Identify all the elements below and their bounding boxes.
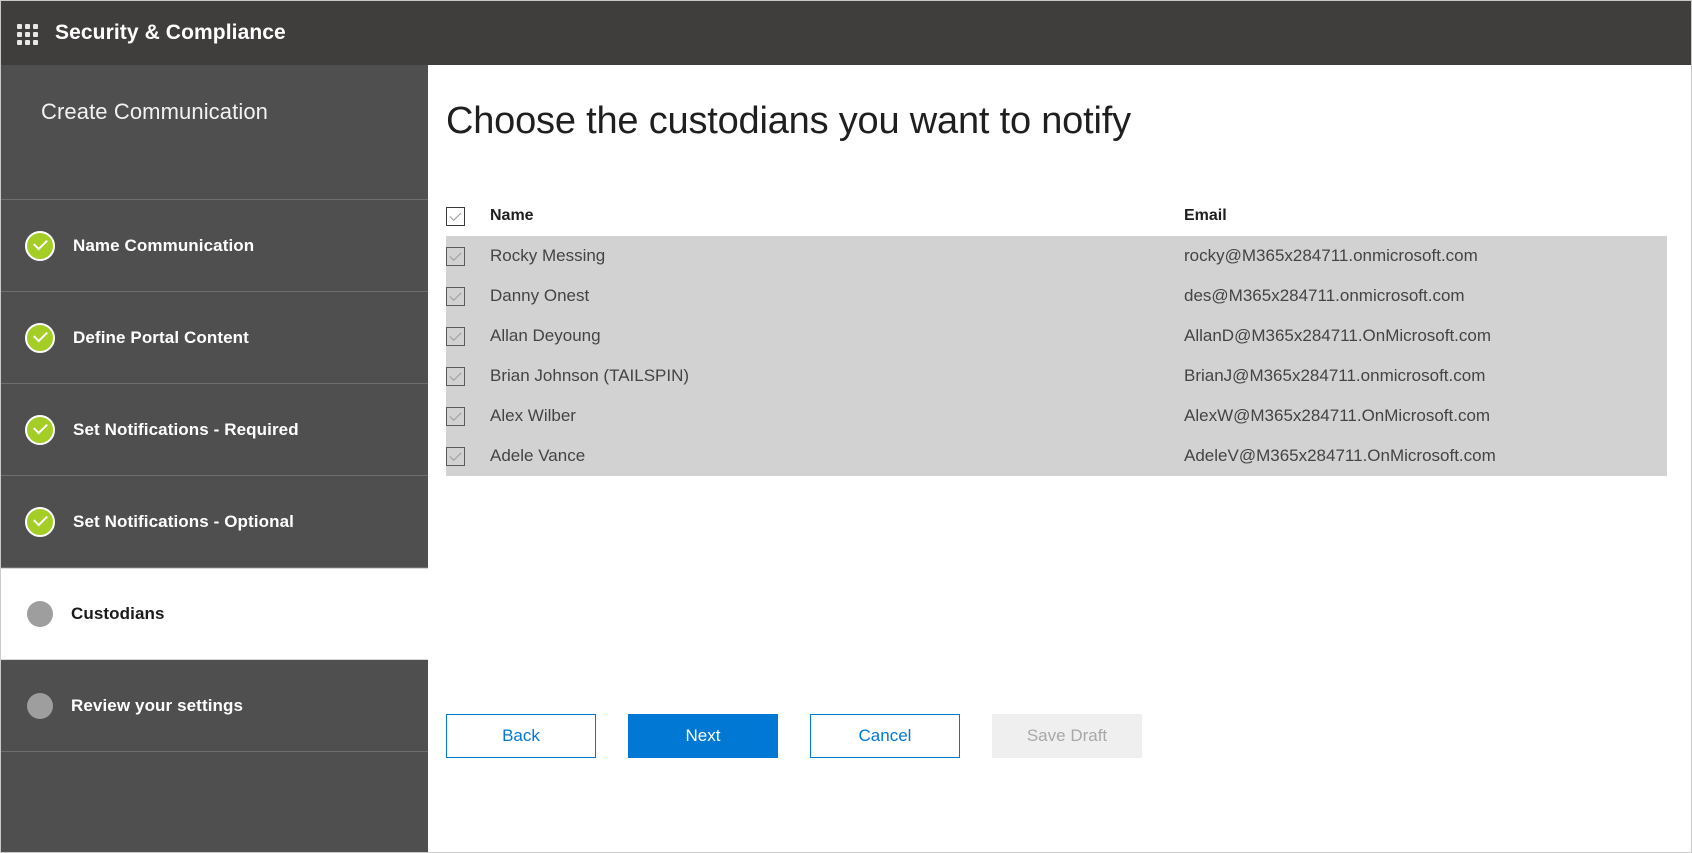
app-launcher-icon[interactable] [13,20,39,46]
cell-name: Brian Johnson (TAILSPIN) [490,356,1184,396]
waffle-dot [33,40,38,45]
cell-name: Adele Vance [490,436,1184,476]
next-button[interactable]: Next [628,714,778,758]
sidebar-item-label: Name Communication [73,236,254,256]
row-checkbox[interactable] [446,447,465,466]
sidebar-item-label: Custodians [71,604,165,624]
step-complete-check-icon [25,323,55,353]
sidebar-item-name-communication[interactable]: Name Communication [1,200,428,292]
cell-email: AdeleV@M365x284711.OnMicrosoft.com [1184,436,1667,476]
back-button[interactable]: Back [446,714,596,758]
step-complete-check-icon [25,231,55,261]
sidebar-item-label: Set Notifications - Required [73,420,299,440]
sidebar-item-label: Set Notifications - Optional [73,512,294,532]
row-checkbox[interactable] [446,367,465,386]
top-bar: Security & Compliance [1,1,1691,65]
custodians-table: Name Email Rocky Messing rocky@M365x2847… [446,196,1667,476]
waffle-dot [33,32,38,37]
column-header-email[interactable]: Email [1184,196,1667,236]
wizard-footer: Back Next Cancel Save Draft [446,714,1142,758]
table-header-row: Name Email [446,196,1667,236]
step-complete-check-icon [25,507,55,537]
sidebar-item-custodians[interactable]: Custodians [1,568,428,660]
waffle-dot [25,32,30,37]
table-header: Name Email [446,196,1667,236]
cell-email: AlexW@M365x284711.OnMicrosoft.com [1184,396,1667,436]
table-body: Rocky Messing rocky@M365x284711.onmicros… [446,236,1667,476]
cell-email: AllanD@M365x284711.OnMicrosoft.com [1184,316,1667,356]
row-checkbox[interactable] [446,327,465,346]
row-checkbox-cell [446,236,490,276]
app-title: Security & Compliance [55,21,286,45]
wizard-step-list: Name Communication Define Portal Content… [1,200,428,752]
waffle-dot [17,40,22,45]
sidebar-header-title: Create Communication [41,99,268,125]
select-all-checkbox[interactable] [446,207,465,226]
cancel-button[interactable]: Cancel [810,714,960,758]
waffle-dot [25,24,30,29]
table-row[interactable]: Adele Vance AdeleV@M365x284711.OnMicroso… [446,436,1667,476]
column-header-name[interactable]: Name [490,196,1184,236]
row-checkbox-cell [446,276,490,316]
table-row[interactable]: Allan Deyoung AllanD@M365x284711.OnMicro… [446,316,1667,356]
sidebar-item-label: Define Portal Content [73,328,249,348]
main-content: Choose the custodians you want to notify [428,65,1691,852]
table-row[interactable]: Danny Onest des@M365x284711.onmicrosoft.… [446,276,1667,316]
waffle-dot [33,24,38,29]
cell-email: des@M365x284711.onmicrosoft.com [1184,276,1667,316]
sidebar-item-define-portal-content[interactable]: Define Portal Content [1,292,428,384]
step-pending-dot-icon [27,601,53,627]
cell-email: rocky@M365x284711.onmicrosoft.com [1184,236,1667,276]
waffle-dot [17,24,22,29]
table-row[interactable]: Rocky Messing rocky@M365x284711.onmicros… [446,236,1667,276]
row-checkbox-cell [446,396,490,436]
sidebar-header: Create Communication [1,65,428,200]
cell-name: Danny Onest [490,276,1184,316]
cell-name: Alex Wilber [490,396,1184,436]
step-pending-dot-icon [27,693,53,719]
wizard-sidebar: Create Communication Name Communication … [1,65,428,852]
row-checkbox[interactable] [446,287,465,306]
row-checkbox-cell [446,436,490,476]
cell-name: Rocky Messing [490,236,1184,276]
row-checkbox[interactable] [446,407,465,426]
row-checkbox-cell [446,356,490,396]
custodians-table-wrapper: Name Email Rocky Messing rocky@M365x2847… [446,196,1667,476]
cell-email: BrianJ@M365x284711.onmicrosoft.com [1184,356,1667,396]
sidebar-item-set-notifications-required[interactable]: Set Notifications - Required [1,384,428,476]
row-checkbox[interactable] [446,247,465,266]
body-area: Create Communication Name Communication … [1,65,1691,852]
waffle-dot [25,40,30,45]
sidebar-item-label: Review your settings [71,696,243,716]
step-complete-check-icon [25,415,55,445]
save-draft-button: Save Draft [992,714,1142,758]
app-window: Security & Compliance Create Communicati… [0,0,1692,853]
select-all-cell [446,196,490,236]
table-row[interactable]: Brian Johnson (TAILSPIN) BrianJ@M365x284… [446,356,1667,396]
sidebar-item-review-your-settings[interactable]: Review your settings [1,660,428,752]
row-checkbox-cell [446,316,490,356]
sidebar-item-set-notifications-optional[interactable]: Set Notifications - Optional [1,476,428,568]
table-row[interactable]: Alex Wilber AlexW@M365x284711.OnMicrosof… [446,396,1667,436]
cell-name: Allan Deyoung [490,316,1184,356]
waffle-dot [17,32,22,37]
page-title: Choose the custodians you want to notify [446,100,1131,143]
